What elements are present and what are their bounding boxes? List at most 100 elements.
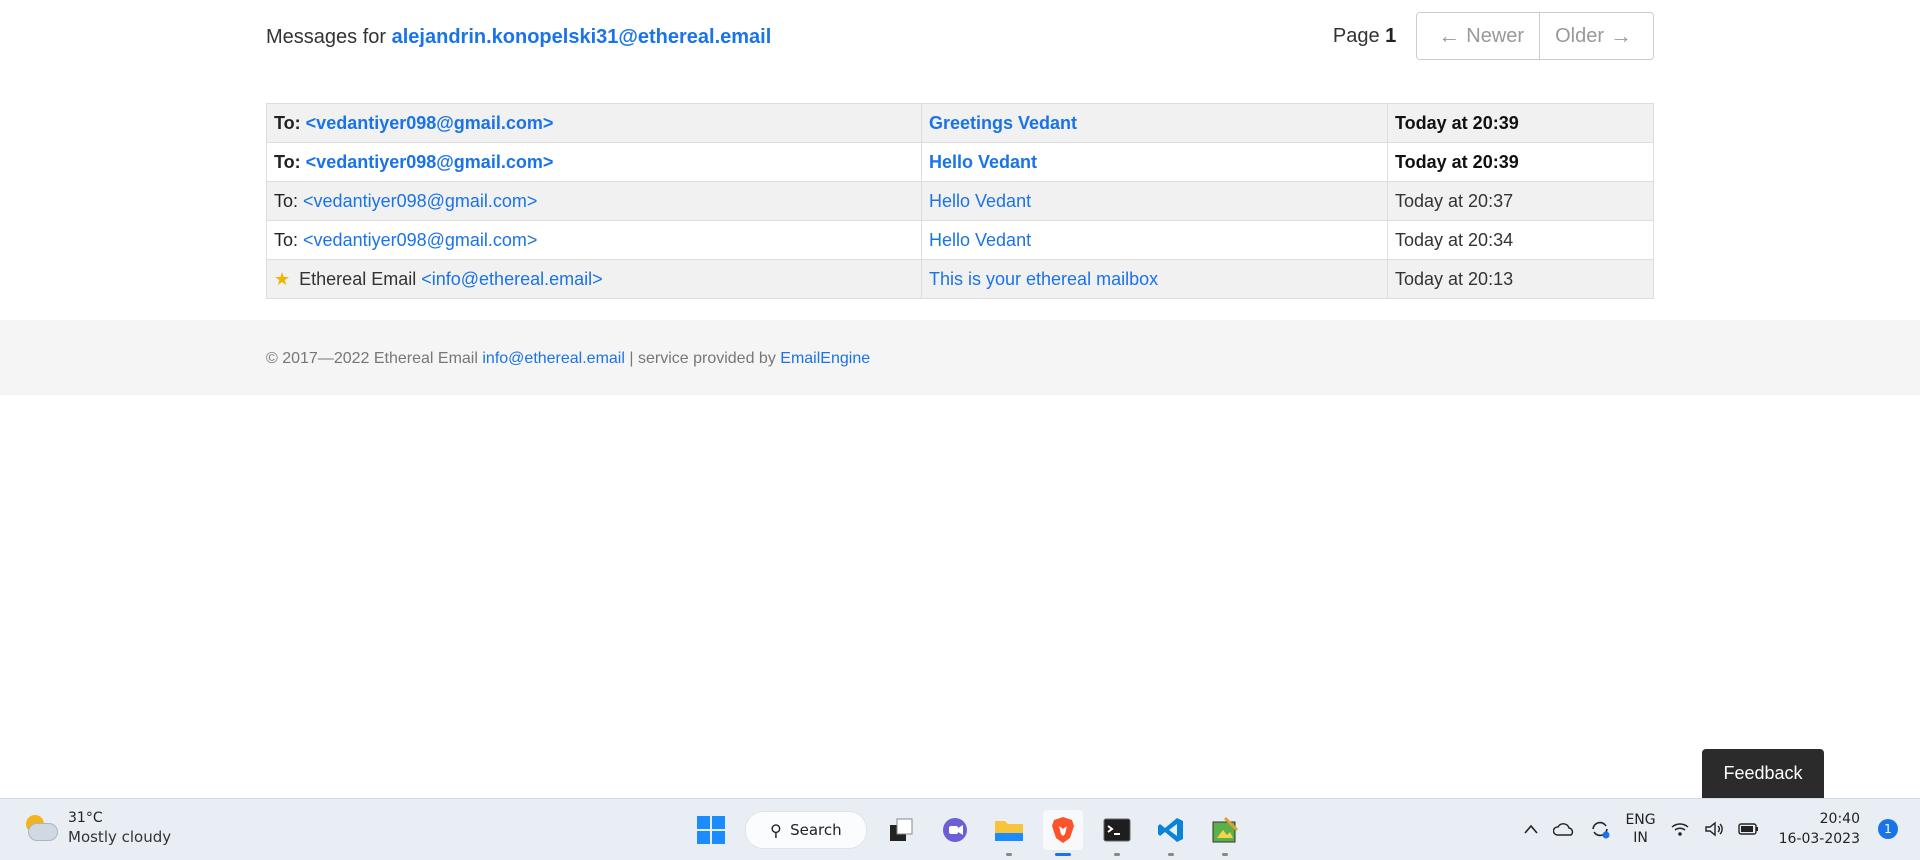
subject-link[interactable]: This is your ethereal mailbox [929, 269, 1158, 289]
to-label: To: [274, 190, 299, 211]
task-view-button[interactable] [881, 810, 921, 850]
taskbar: 31°C Mostly cloudy ⚲ Search ENG IN 20:40… [0, 798, 1920, 860]
subject-link[interactable]: Hello Vedant [929, 191, 1031, 211]
table-row[interactable]: To: <vedantiyer098@gmail.com> Greetings … [266, 103, 1654, 143]
language-indicator[interactable]: ENG IN [1625, 811, 1655, 847]
footer: © 2017—2022 Ethereal Email info@ethereal… [0, 320, 1920, 395]
paint-icon [1212, 816, 1239, 843]
clock[interactable]: 20:40 16-03-2023 [1779, 809, 1860, 849]
sender-link[interactable]: <info@ethereal.email> [421, 269, 602, 289]
volume-icon[interactable] [1704, 821, 1724, 837]
pager: Page 1 ← Newer Older → [1333, 12, 1654, 60]
feedback-button[interactable]: Feedback [1702, 749, 1824, 798]
title-prefix: Messages for [266, 26, 387, 48]
sender-name: Ethereal Email [299, 268, 417, 289]
footer-email-link[interactable]: info@ethereal.email [482, 350, 625, 367]
brave-browser-app[interactable] [1043, 810, 1083, 856]
mailbox-page: Messages for alejandrin.konopelski31@eth… [0, 0, 1920, 798]
weather-widget[interactable]: 31°C Mostly cloudy [22, 809, 171, 847]
newer-button[interactable]: ← Newer [1417, 13, 1540, 59]
folder-icon [995, 821, 1023, 841]
weather-desc: Mostly cloudy [68, 828, 172, 846]
star-icon: ★ [274, 268, 291, 289]
sender-cell: ★ Ethereal Email <info@ethereal.email> [266, 259, 922, 299]
recipient-link[interactable]: <vedantiyer098@gmail.com> [303, 191, 537, 211]
newer-label: Newer [1466, 24, 1525, 47]
vscode-icon [1158, 818, 1183, 842]
recipient-cell: To: <vedantiyer098@gmail.com> [266, 142, 922, 182]
time-cell: Today at 20:37 [1387, 181, 1654, 221]
to-label: To: [274, 112, 301, 133]
search-label: Search [790, 821, 842, 839]
vscode-app[interactable] [1151, 810, 1191, 856]
older-button[interactable]: Older → [1539, 13, 1653, 59]
brave-lion-icon [1052, 817, 1074, 843]
clock-date: 16-03-2023 [1778, 831, 1860, 847]
chevron-up-icon[interactable] [1523, 823, 1539, 835]
to-label: To: [274, 151, 301, 172]
subject-link[interactable]: Hello Vedant [929, 230, 1031, 250]
table-row[interactable]: To: <vedantiyer098@gmail.com> Hello Veda… [266, 181, 1654, 221]
partly-cloudy-icon [22, 813, 58, 843]
recipient-link[interactable]: <vedantiyer098@gmail.com> [306, 152, 554, 172]
copyright: © 2017—2022 Ethereal Email [266, 350, 478, 367]
taskbar-search[interactable]: ⚲ Search [745, 811, 867, 849]
weather-temp: 31°C [68, 810, 103, 826]
recipient-link[interactable]: <vedantiyer098@gmail.com> [303, 230, 537, 250]
sync-icon[interactable] [1589, 819, 1611, 839]
start-button[interactable] [691, 810, 731, 850]
taskbar-apps: ⚲ Search [684, 810, 1252, 856]
notification-badge[interactable]: 1 [1878, 819, 1898, 839]
subject-cell: This is your ethereal mailbox [921, 259, 1388, 299]
time-cell: Today at 20:34 [1387, 220, 1654, 260]
page-label: Page [1332, 24, 1380, 47]
time-cell: Today at 20:13 [1387, 259, 1654, 299]
page-indicator: Page 1 [1333, 25, 1396, 48]
time-cell: Today at 20:39 [1387, 142, 1654, 182]
table-row[interactable]: ★ Ethereal Email <info@ethereal.email> T… [266, 259, 1654, 299]
subject-link[interactable]: Hello Vedant [929, 152, 1037, 172]
subject-cell: Greetings Vedant [921, 103, 1388, 143]
lang-top: ENG [1625, 812, 1656, 828]
subject-link[interactable]: Greetings Vedant [929, 113, 1077, 133]
emailengine-link[interactable]: EmailEngine [780, 350, 870, 367]
table-row[interactable]: To: <vedantiyer098@gmail.com> Hello Veda… [266, 220, 1654, 260]
system-tray: ENG IN 20:40 16-03-2023 1 [1516, 807, 1898, 851]
header: Messages for alejandrin.konopelski31@eth… [266, 12, 1654, 60]
battery-icon[interactable] [1737, 822, 1760, 836]
to-label: To: [274, 229, 299, 250]
lang-bottom: IN [1633, 830, 1648, 846]
search-icon: ⚲ [770, 820, 783, 840]
subject-cell: Hello Vedant [921, 220, 1388, 260]
terminal-icon [1103, 818, 1131, 842]
footer-text: © 2017—2022 Ethereal Email info@ethereal… [266, 350, 870, 368]
arrow-left-icon: ← [1438, 23, 1461, 48]
pager-buttons: ← Newer Older → [1416, 12, 1654, 60]
file-explorer-app[interactable] [989, 810, 1029, 856]
subject-cell: Hello Vedant [921, 142, 1388, 182]
footer-separator: | service provided by [629, 350, 776, 367]
weather-text: 31°C Mostly cloudy [68, 809, 171, 847]
recipient-cell: To: <vedantiyer098@gmail.com> [266, 103, 922, 143]
chat-icon [943, 818, 967, 842]
clock-time: 20:40 [1819, 811, 1860, 827]
mailbox-address-link[interactable]: alejandrin.konopelski31@ethereal.email [392, 26, 772, 48]
terminal-app[interactable] [1097, 810, 1137, 856]
task-view-icon [890, 818, 913, 841]
wifi-icon[interactable] [1670, 821, 1690, 837]
windows-icon [697, 816, 725, 844]
time-cell: Today at 20:39 [1387, 103, 1654, 143]
recipient-link[interactable]: <vedantiyer098@gmail.com> [306, 113, 554, 133]
image-editor-app[interactable] [1205, 810, 1245, 856]
onedrive-icon[interactable] [1553, 822, 1575, 836]
recipient-cell: To: <vedantiyer098@gmail.com> [266, 220, 922, 260]
message-table: To: <vedantiyer098@gmail.com> Greetings … [266, 103, 1654, 299]
arrow-right-icon: → [1610, 23, 1632, 48]
older-label: Older [1555, 24, 1604, 47]
recipient-cell: To: <vedantiyer098@gmail.com> [266, 181, 922, 221]
page-number: 1 [1385, 24, 1397, 47]
page-title: Messages for alejandrin.konopelski31@eth… [266, 26, 771, 49]
table-row[interactable]: To: <vedantiyer098@gmail.com> Hello Veda… [266, 142, 1654, 182]
subject-cell: Hello Vedant [921, 181, 1388, 221]
chat-app[interactable] [935, 810, 975, 850]
